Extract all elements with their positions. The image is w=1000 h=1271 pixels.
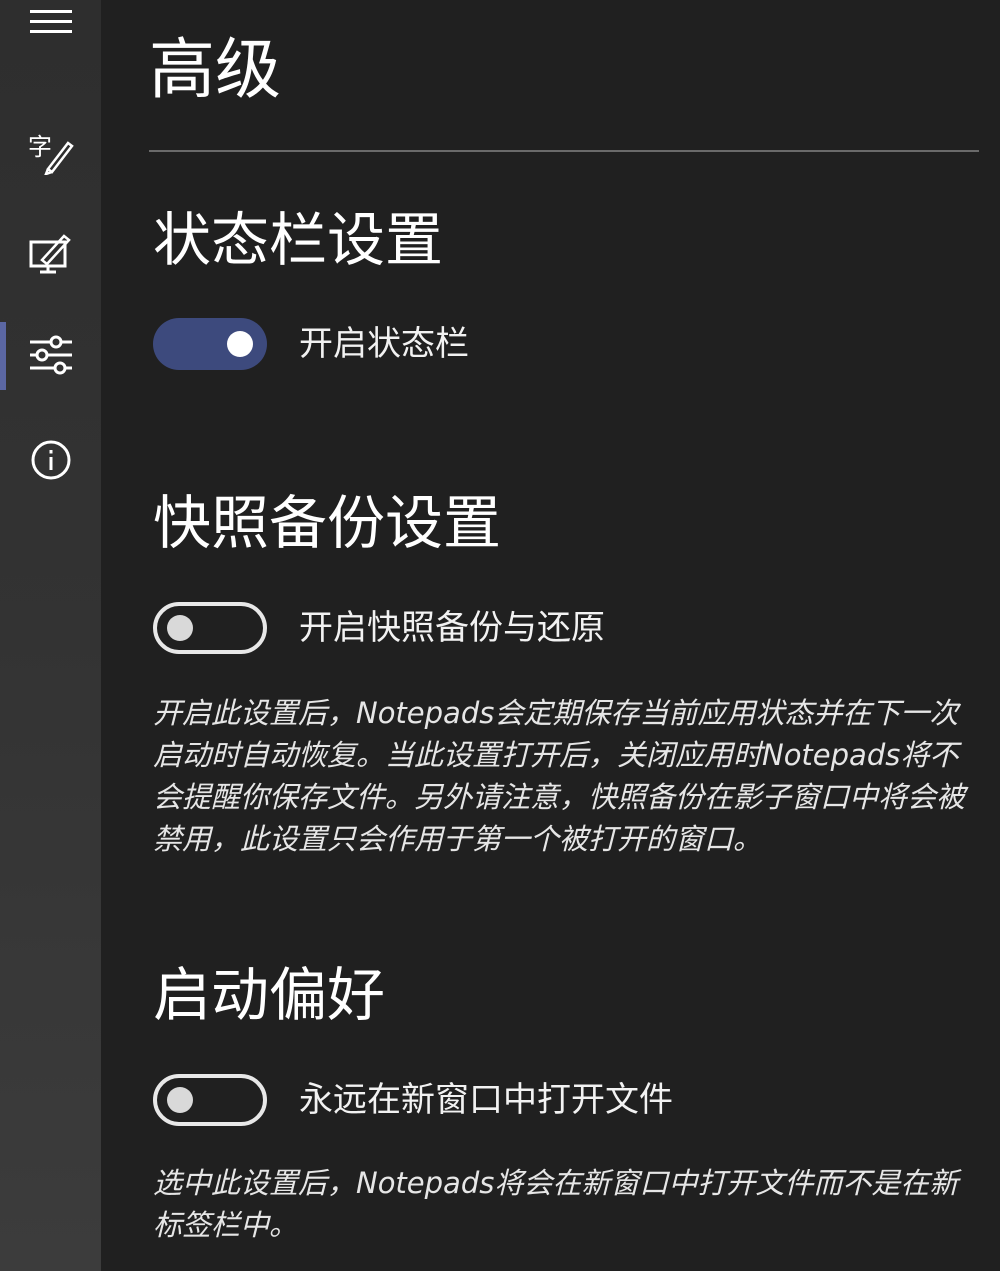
sidebar-item-personalization[interactable] (0, 215, 101, 295)
status-bar-toggle[interactable] (153, 318, 267, 370)
snapshot-toggle[interactable] (153, 602, 267, 654)
title-divider (149, 150, 979, 152)
svg-text:字: 字 (28, 133, 52, 161)
toggle-knob (227, 331, 253, 357)
sidebar-item-advanced[interactable] (0, 315, 101, 395)
launch-description: 选中此设置后，Notepads将会在新窗口中打开文件而不是在新标签栏中。 (153, 1166, 959, 1242)
settings-window: 字 高级 状态栏设置 开启状态栏 快照备份设置 开启快照备份与还原 开启此设置后… (0, 0, 1000, 1271)
info-icon (31, 440, 70, 480)
page-title: 高级 (149, 31, 281, 108)
sidebar-item-text[interactable]: 字 (0, 110, 101, 190)
snapshot-description: 开启此设置后，Notepads会定期保存当前应用状态并在下一次启动时自动恢复。当… (153, 696, 966, 856)
hamburger-menu-button[interactable] (0, 0, 101, 62)
snapshot-section-title: 快照备份设置 (153, 489, 502, 557)
new-window-toggle-label: 永远在新窗口中打开文件 (299, 1080, 673, 1120)
snapshot-toggle-label: 开启快照备份与还原 (299, 608, 605, 648)
status-bar-toggle-label: 开启状态栏 (299, 324, 469, 364)
new-window-toggle[interactable] (153, 1074, 267, 1126)
sidebar-item-about[interactable] (0, 420, 101, 500)
toggle-knob (167, 1087, 193, 1113)
text-font-icon: 字 (28, 133, 74, 175)
sliders-settings-icon (29, 335, 72, 375)
sidebar: 字 (0, 0, 101, 1271)
personalization-icon (29, 234, 71, 274)
status-bar-section-title: 状态栏设置 (153, 206, 444, 274)
launch-section-title: 启动偏好 (153, 961, 386, 1029)
hamburger-menu-icon (29, 10, 72, 33)
toggle-knob (167, 615, 193, 641)
settings-content: 高级 状态栏设置 开启状态栏 快照备份设置 开启快照备份与还原 开启此设置后，N… (101, 0, 1000, 1271)
